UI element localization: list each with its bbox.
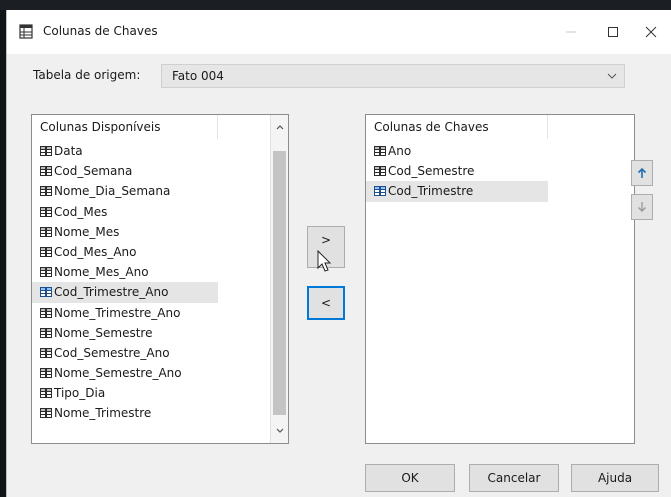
list-item-label: Cod_Trimestre [388,184,474,199]
list-item-label: Cod_Semana [54,164,133,179]
list-item[interactable]: Tipo_Dia [32,383,218,403]
available-columns-list[interactable]: Colunas Disponíveis Data Cod_Semana Nome_D… [31,114,289,444]
dialog-window: Colunas de Chaves Tabela de origem: Fato… [6,10,671,497]
list-item[interactable]: Nome_Mes_Ano [32,262,218,282]
table-column-icon [40,146,52,156]
available-columns-header[interactable]: Colunas Disponíveis [32,115,218,139]
list-item[interactable]: Cod_Semestre [366,161,548,181]
list-item[interactable]: Cod_Semestre_Ano [32,343,218,363]
arrow-up-icon [637,167,647,178]
close-icon [645,26,657,38]
table-column-icon [40,388,52,399]
list-item[interactable]: Nome_Trimestre [32,403,218,423]
table-column-icon [40,186,52,197]
scrollbar-thumb[interactable] [273,151,286,415]
list-item-label: Nome_Mes [54,224,120,239]
list-item-label: Nome_Semestre_Ano [54,366,182,381]
close-button[interactable] [639,20,663,44]
help-button[interactable]: Ajuda [571,464,659,492]
scroll-down-icon[interactable] [274,425,286,437]
move-up-button[interactable] [631,160,653,186]
list-item[interactable]: Nome_Semestre_Ano [32,363,218,383]
key-columns-header[interactable]: Colunas de Chaves [366,115,548,139]
list-item[interactable]: Nome_Mes [32,222,218,242]
list-item[interactable]: Cod_Trimestre [366,181,548,202]
arrow-down-icon [638,202,646,212]
list-item-label: Cod_Semestre [388,164,475,179]
list-item[interactable]: Data [32,141,218,161]
origin-table-value: Fato 004 [172,69,224,83]
maximize-button[interactable] [601,20,625,44]
table-column-icon [40,307,52,318]
list-item-label: Nome_Trimestre_Ano [54,305,181,320]
available-columns-items: Data Cod_Semana Nome_Dia_Semana Cod_Mes Nome… [32,141,218,424]
list-item[interactable]: Cod_Trimestre_Ano [32,282,218,303]
list-item-label: Nome_Semestre [54,325,153,340]
minimize-button[interactable] [559,20,583,44]
origin-table-select[interactable]: Fato 004 [161,64,625,88]
table-keys-icon [19,24,33,39]
title-bar: Colunas de Chaves [7,10,671,54]
list-item-label: Tipo_Dia [54,386,106,401]
remove-key-column-button[interactable]: < [307,286,345,320]
list-item-label: Ano [388,144,412,158]
list-item-label: Cod_Mes_Ano [54,244,137,259]
key-columns-list[interactable]: Colunas de Chaves Ano Cod_Semestre Cod_Tri… [365,114,635,444]
chevron-down-icon [607,73,617,79]
minimize-icon [566,31,576,33]
table-column-icon [40,408,52,419]
table-column-icon [40,327,52,338]
maximize-icon [608,27,618,37]
move-down-button[interactable] [631,194,653,220]
list-item[interactable]: Ano [366,141,548,161]
origin-table-label: Tabela de origem: [33,68,141,82]
list-item-label: Nome_Trimestre [54,406,152,421]
list-item[interactable]: Nome_Dia_Semana [32,181,218,201]
table-column-icon [40,246,52,257]
table-column-icon [374,166,386,177]
cancel-button[interactable]: Cancelar [469,464,559,492]
list-item[interactable]: Cod_Semana [32,161,218,181]
table-column-icon [40,267,52,278]
list-item[interactable]: Nome_Trimestre_Ano [32,303,218,323]
ok-button[interactable]: OK [365,464,455,492]
mouse-cursor-icon [317,250,332,272]
table-column-icon [40,368,52,379]
vertical-scrollbar[interactable] [270,115,288,443]
list-item[interactable]: Cod_Mes [32,202,218,222]
list-item-label: Nome_Dia_Semana [54,184,171,199]
list-item-label: Cod_Trimestre_Ano [54,285,169,300]
list-item-label: Data [54,144,83,158]
background-strip [0,0,671,10]
window-title: Colunas de Chaves [43,24,158,38]
key-columns-items: Ano Cod_Semestre Cod_Trimestre [366,141,548,202]
list-item-label: Cod_Semestre_Ano [54,345,170,360]
scroll-up-icon[interactable] [274,121,286,133]
table-column-icon [40,166,52,177]
table-column-icon [40,287,52,298]
table-column-icon [40,347,52,358]
table-column-icon [40,226,52,237]
list-item-label: Cod_Mes [54,204,108,219]
table-column-icon [374,186,386,197]
table-column-icon [40,206,52,217]
list-item[interactable]: Cod_Mes_Ano [32,242,218,262]
list-item-label: Nome_Mes_Ano [54,265,149,280]
list-item[interactable]: Nome_Semestre [32,323,218,343]
table-column-icon [374,146,386,156]
